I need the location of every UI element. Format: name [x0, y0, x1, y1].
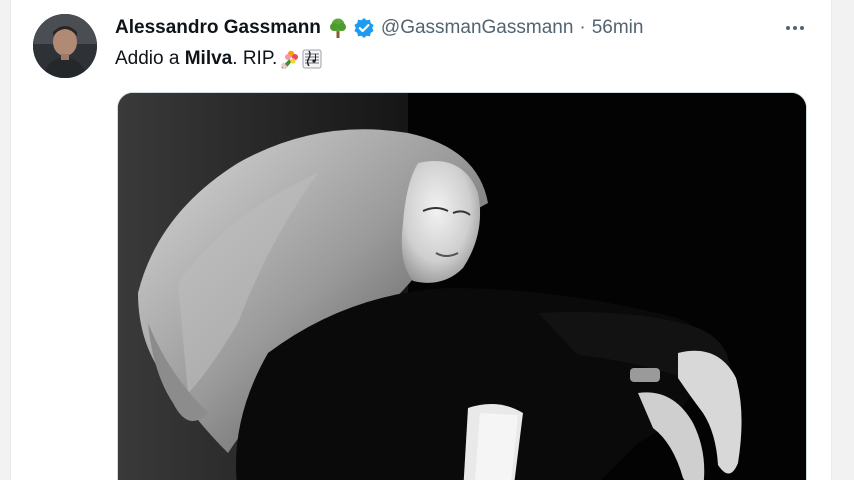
author-name[interactable]: Alessandro Gassmann	[115, 17, 321, 39]
tweet-timestamp[interactable]: 56min	[592, 17, 644, 39]
verified-badge-icon	[353, 17, 375, 39]
more-options-icon[interactable]	[781, 16, 809, 40]
tweet-photo[interactable]	[117, 92, 807, 480]
tweet-text-bold: Milva	[184, 48, 233, 69]
tweet-text-start: Addio a	[115, 48, 185, 69]
separator-dot: ·	[579, 17, 586, 38]
musical-score-emoji-icon	[301, 48, 323, 70]
author-handle[interactable]: @GassmanGassmann	[381, 17, 573, 39]
tweet-text: Addio a Milva . RIP.	[115, 48, 323, 70]
avatar[interactable]	[33, 14, 97, 78]
tree-emoji-icon	[327, 17, 349, 39]
tweet-card[interactable]: Alessandro Gassmann @GassmanGassmann · 5…	[10, 0, 832, 480]
tweet-text-end: . RIP.	[232, 48, 278, 69]
tweet-header: Alessandro Gassmann @GassmanGassmann · 5…	[115, 14, 643, 42]
bouquet-emoji-icon	[278, 48, 300, 70]
